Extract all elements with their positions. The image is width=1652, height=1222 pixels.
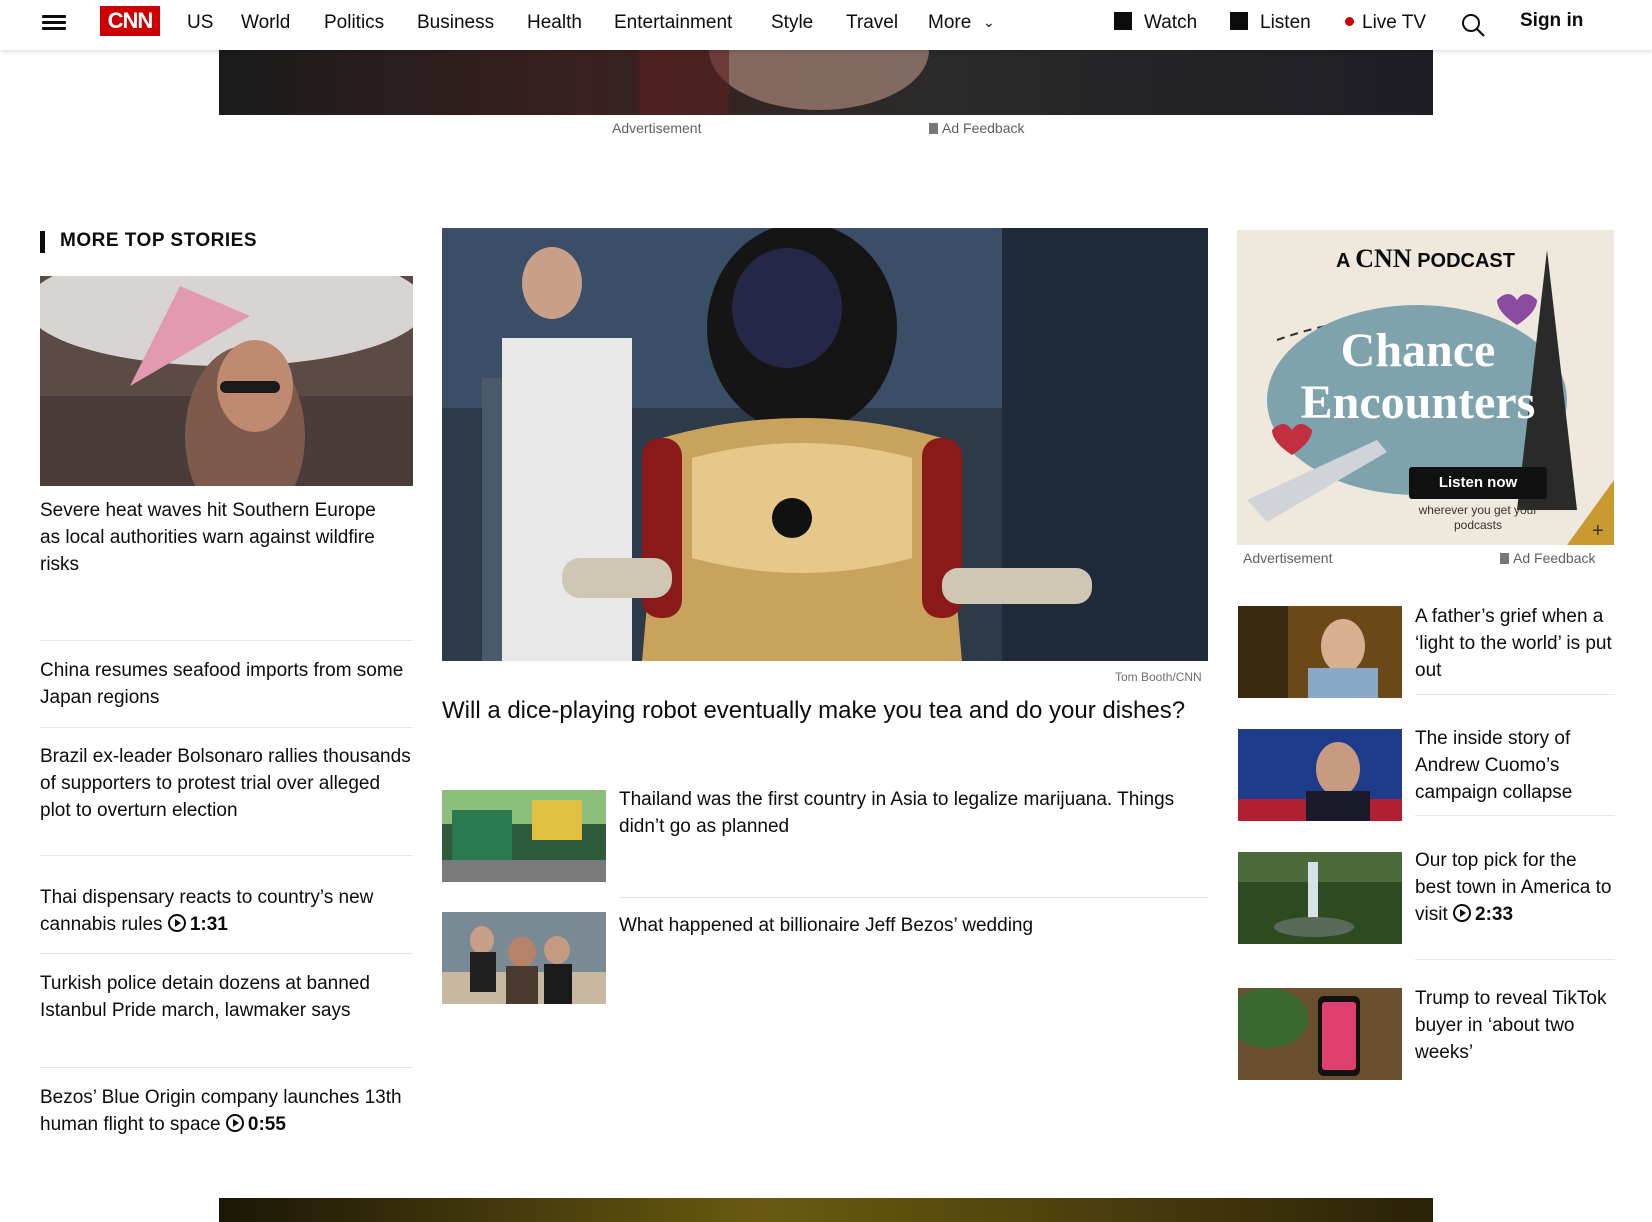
divider [1415, 959, 1615, 960]
listen-now-button[interactable]: Listen now [1409, 467, 1547, 499]
thailand-story-image[interactable] [442, 790, 606, 882]
divider [40, 953, 413, 954]
cuomo-image[interactable] [1238, 729, 1402, 821]
divider [1415, 694, 1615, 695]
story-tiktok[interactable]: Trump to reveal TikTok buyer in ‘about t… [1415, 985, 1615, 1066]
section-marker [40, 231, 45, 253]
listen-label: Listen [1260, 12, 1311, 33]
story-blue-origin[interactable]: Bezos’ Blue Origin company launches 13th… [40, 1084, 413, 1138]
divider [40, 727, 413, 728]
watch-label: Watch [1144, 12, 1198, 33]
divider [40, 640, 413, 641]
top-ad-banner[interactable] [219, 0, 1433, 115]
podcast-brand: A CNN PODCAST [1237, 244, 1614, 274]
story-thai-dispensary[interactable]: Thai dispensary reacts to country’s new … [40, 884, 413, 938]
nav-more[interactable]: More [928, 12, 971, 34]
play-icon [1453, 904, 1472, 922]
watch-icon [1114, 12, 1132, 30]
podcast-ad[interactable]: A CNN PODCAST Chance Encounters Listen no… [1237, 230, 1614, 545]
story-istanbul-pride[interactable]: Turkish police detain dozens at banned I… [40, 970, 413, 1024]
divider [1415, 815, 1615, 816]
nav-world[interactable]: World [241, 12, 290, 34]
divider [40, 1067, 413, 1068]
lead-story-robot[interactable]: Will a dice-playing robot eventually mak… [442, 696, 1208, 726]
bottom-ad-banner[interactable] [219, 1198, 1433, 1222]
robot-lead-image[interactable] [442, 228, 1208, 661]
ad-feedback-link[interactable]: Ad Feedback [929, 120, 1025, 136]
nav-politics[interactable]: Politics [324, 12, 384, 34]
tiktok-image[interactable] [1238, 988, 1402, 1080]
play-icon [167, 914, 186, 932]
listen-icon [1230, 12, 1248, 30]
story-blue-origin-headline: Bezos’ Blue Origin company launches 13th… [40, 1087, 402, 1135]
play-icon [225, 1114, 244, 1132]
duration-text: 2:33 [1475, 904, 1514, 925]
divider [619, 897, 1209, 898]
sign-in-button[interactable]: Sign in [1520, 10, 1583, 32]
podcast-subtext: wherever you get your podcasts [1418, 503, 1538, 532]
duration-text: 0:55 [247, 1114, 286, 1135]
photo-credit: Tom Booth/CNN [1115, 670, 1202, 684]
divider [40, 855, 413, 856]
hamburger-icon[interactable] [42, 12, 66, 34]
brand-suffix: PODCAST [1417, 250, 1515, 272]
listen-button[interactable]: Listen [1230, 12, 1311, 34]
ad-feedback-label: Ad Feedback [942, 120, 1025, 136]
advertisement-label: Advertisement [1243, 550, 1333, 566]
advertisement-label: Advertisement [612, 120, 702, 136]
nav-us[interactable]: US [187, 12, 213, 34]
story-cuomo[interactable]: The inside story of Andrew Cuomo’s campa… [1415, 725, 1615, 806]
watch-button[interactable]: Watch [1114, 12, 1197, 34]
video-duration: 1:31 [167, 914, 228, 935]
video-duration: 2:33 [1453, 904, 1513, 925]
chevron-down-icon[interactable]: ⌄ [983, 14, 995, 31]
duration-text: 1:31 [189, 914, 228, 935]
search-icon[interactable] [1460, 12, 1486, 38]
ad-image [639, 0, 929, 115]
podcast-title-line1: Chance [1340, 324, 1496, 377]
nav-travel[interactable]: Travel [846, 12, 898, 34]
ad-feedback-label: Ad Feedback [1513, 550, 1596, 566]
top-navigation: CNN US World Politics Business Health En… [0, 0, 1652, 50]
bezos-wedding-image[interactable] [442, 912, 606, 1004]
cnn-logo[interactable]: CNN [100, 6, 160, 36]
feedback-icon [929, 123, 938, 134]
nav-style[interactable]: Style [771, 12, 813, 34]
story-thailand-marijuana[interactable]: Thailand was the first country in Asia t… [619, 786, 1209, 840]
fathers-grief-image[interactable] [1238, 606, 1402, 698]
brand-prefix: A [1336, 250, 1350, 272]
story-best-town[interactable]: Our top pick for the best town in Americ… [1415, 847, 1615, 928]
live-tv-label: Live TV [1362, 12, 1427, 33]
story-bezos-wedding[interactable]: What happened at billionaire Jeff Bezos’… [619, 912, 1209, 939]
story-china-seafood[interactable]: China resumes seafood imports from some … [40, 657, 413, 711]
nav-health[interactable]: Health [527, 12, 582, 34]
feedback-icon [1500, 553, 1509, 564]
story-best-town-headline: Our top pick for the best town in Americ… [1415, 850, 1612, 925]
more-top-stories-title: MORE TOP STORIES [60, 230, 257, 251]
nav-business[interactable]: Business [417, 12, 494, 34]
best-town-image[interactable] [1238, 852, 1402, 944]
story-bolsonaro[interactable]: Brazil ex-leader Bolsonaro rallies thous… [40, 743, 413, 824]
story-heat-waves[interactable]: Severe heat waves hit Southern Europe as… [40, 497, 380, 578]
heat-wave-story-image[interactable] [40, 276, 413, 486]
podcast-title-line2: Encounters [1300, 376, 1536, 429]
ad-feedback-link[interactable]: Ad Feedback [1500, 550, 1596, 566]
live-dot-icon [1345, 17, 1354, 26]
video-duration: 0:55 [225, 1114, 286, 1135]
cnn-podcast-logo: CNN [1355, 244, 1412, 273]
plus-icon[interactable]: + [1592, 520, 1604, 543]
nav-entertainment[interactable]: Entertainment [614, 12, 732, 34]
live-tv-button[interactable]: Live TV [1345, 12, 1426, 34]
story-fathers-grief[interactable]: A father’s grief when a ‘light to the wo… [1415, 603, 1615, 684]
podcast-title: Chance Encounters [1237, 325, 1599, 429]
